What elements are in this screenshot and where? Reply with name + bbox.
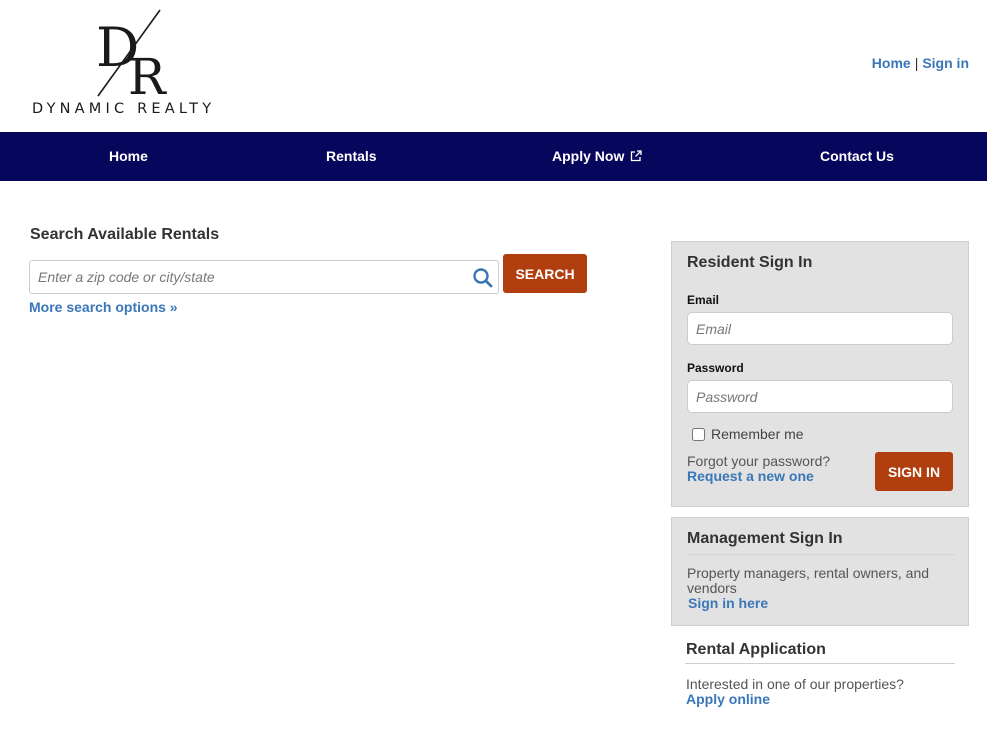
more-search-options-link[interactable]: More search options » xyxy=(29,299,178,315)
resident-signin-panel: Resident Sign In Email Password Remember… xyxy=(671,241,969,507)
rental-application-title: Rental Application xyxy=(686,641,826,658)
email-field[interactable] xyxy=(687,312,953,345)
svg-text:R: R xyxy=(128,48,167,100)
logo-monogram-icon: D R xyxy=(96,9,167,100)
apply-online-link[interactable]: Apply online xyxy=(686,691,770,707)
site-header: D R DYNAMIC REALTY Home | Sign in xyxy=(0,0,987,132)
management-description: Property managers, rental owners, and ve… xyxy=(687,565,930,596)
email-label: Email xyxy=(687,293,720,307)
logo-text: DYNAMIC REALTY xyxy=(32,101,216,117)
search-button[interactable]: SEARCH xyxy=(503,254,587,293)
divider xyxy=(685,663,955,664)
remember-me-checkbox[interactable] xyxy=(692,428,705,441)
nav-home[interactable]: Home xyxy=(109,148,148,164)
nav-rentals[interactable]: Rentals xyxy=(326,148,377,164)
password-field[interactable] xyxy=(687,380,953,413)
top-links: Home | Sign in xyxy=(872,55,969,71)
top-signin-link[interactable]: Sign in xyxy=(922,55,969,71)
management-signin-panel: Management Sign In Property managers, re… xyxy=(671,517,969,626)
nav-apply-now-label: Apply Now xyxy=(552,148,625,164)
logo[interactable]: D R DYNAMIC REALTY xyxy=(30,8,250,123)
management-signin-link[interactable]: Sign in here xyxy=(688,595,768,611)
signin-button[interactable]: SIGN IN xyxy=(875,452,953,491)
search-icon[interactable] xyxy=(472,267,494,294)
external-link-icon xyxy=(630,149,642,165)
resident-signin-title: Resident Sign In xyxy=(687,254,813,271)
main-nav: Home Rentals Apply Now Contact Us xyxy=(0,132,987,181)
search-input[interactable] xyxy=(30,261,470,293)
management-signin-title: Management Sign In xyxy=(687,530,843,547)
password-label: Password xyxy=(687,361,744,375)
top-links-separator: | xyxy=(914,55,919,71)
remember-me-label: Remember me xyxy=(711,426,804,442)
divider xyxy=(687,554,955,555)
search-title: Search Available Rentals xyxy=(30,226,220,243)
top-home-link[interactable]: Home xyxy=(872,55,911,71)
rental-application-section: Rental Application Interested in one of … xyxy=(671,632,969,722)
search-box xyxy=(29,260,499,294)
request-new-password-link[interactable]: Request a new one xyxy=(687,468,814,484)
forgot-password-text: Forgot your password? xyxy=(687,453,831,469)
nav-apply-now[interactable]: Apply Now xyxy=(552,148,642,165)
nav-contact-us[interactable]: Contact Us xyxy=(820,148,894,164)
rental-application-description: Interested in one of our properties? xyxy=(686,676,904,692)
remember-me[interactable]: Remember me xyxy=(692,426,804,442)
